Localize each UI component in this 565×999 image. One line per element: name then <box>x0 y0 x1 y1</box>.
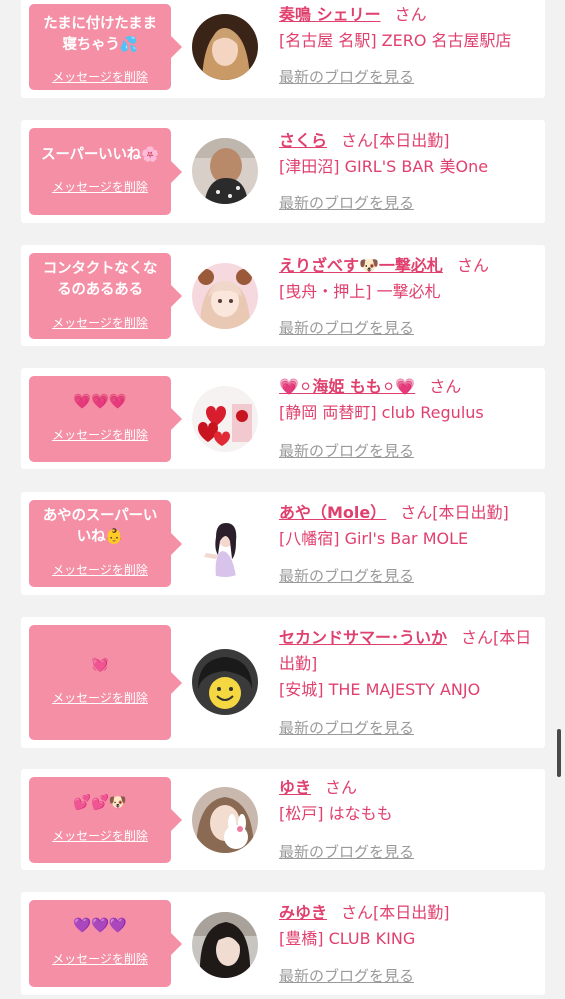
message-text: スーパーいいね🌸 <box>41 147 159 163</box>
message-card: スーパーいいね🌸 メッセージを削除 さくら さん[本日出勤] [津田沼] GIRL… <box>21 120 545 223</box>
message-bubble: 💜💜💜 メッセージを削除 <box>29 900 182 987</box>
honorific: さん <box>429 377 462 396</box>
honorific: さん <box>461 628 494 647</box>
message-card: 💓 メッセージを削除 セカンドサマー･ういか さん[本日出勤] [安城] THE … <box>21 617 545 748</box>
honorific: さん <box>456 256 489 275</box>
message-bubble: 💗💗💗 メッセージを削除 <box>29 376 182 462</box>
cast-name-link[interactable]: 💗⚪海姫 もも⚪💗 <box>279 377 415 396</box>
message-card: あやのスーパーい いね👶 メッセージを削除 あや（Mole） さん[本日出勤] [… <box>21 492 545 595</box>
shop-name: [静岡 両替町] club Regulus <box>279 403 484 422</box>
shop-name: [豊橋] CLUB KING <box>279 929 416 948</box>
delete-message-link[interactable]: メッセージを削除 <box>29 563 171 577</box>
cast-info: 奏鳴 シェリー さん [名古屋 名駅] ZERO 名古屋駅店 <box>279 2 537 54</box>
honorific: さん <box>400 503 433 522</box>
message-card: たまに付けたまま 寝ちゃう💦 メッセージを削除 奏鳴 シェリー さん [名古屋 名… <box>21 0 545 98</box>
message-card: 💕💕🐶 メッセージを削除 ゆき さん [松戸] はなもも 最新のブログを見る <box>21 769 545 870</box>
delete-message-link[interactable]: メッセージを削除 <box>29 952 171 966</box>
girl-posing-icon <box>192 511 258 577</box>
message-bubble: たまに付けたまま 寝ちゃう💦 メッセージを削除 <box>29 4 182 90</box>
cast-info: ゆき さん [松戸] はなもも <box>279 775 537 827</box>
cast-name-link[interactable]: セカンドサマー･ういか <box>279 628 447 647</box>
status-badge: [本日出勤] <box>432 503 509 522</box>
latest-blog-link[interactable]: 最新のブログを見る <box>279 315 414 341</box>
latest-blog-link[interactable]: 最新のブログを見る <box>279 963 414 989</box>
message-text: あやのスーパーい いね👶 <box>42 508 158 545</box>
message-text: 💕💕🐶 <box>73 795 127 811</box>
latest-blog-link[interactable]: 最新のブログを見る <box>279 438 414 464</box>
message-card: コンタクトなくな るのあるある メッセージを削除 えりざべす🐶一撃必札 さん [曳… <box>21 245 545 346</box>
cast-info: あや（Mole） さん[本日出勤] [八幡宿] Girl's Bar MOLE <box>279 500 537 552</box>
cast-name-link[interactable]: みゆき <box>279 903 327 922</box>
shop-name: [松戸] はなもも <box>279 804 393 823</box>
delete-message-link[interactable]: メッセージを削除 <box>29 70 171 84</box>
cast-name-link[interactable]: あや（Mole） <box>279 503 386 522</box>
shop-name: [安城] THE MAJESTY ANJO <box>279 680 481 699</box>
girl-selfie-icon <box>192 912 258 978</box>
message-card: 💗💗💗 メッセージを削除 💗⚪海姫 もも⚪💗 さん [静岡 両替町] club R… <box>21 368 545 469</box>
girl-portrait-icon <box>192 14 258 80</box>
avatar[interactable] <box>192 511 258 577</box>
message-text: 💓 <box>91 657 109 673</box>
message-text: コンタクトなくな るのあるある <box>42 261 158 298</box>
avatar[interactable] <box>192 912 258 978</box>
avatar[interactable] <box>192 263 258 329</box>
cast-info: セカンドサマー･ういか さん[本日出勤] [安城] THE MAJESTY ANJ… <box>279 625 537 703</box>
status-badge: [本日出勤] <box>373 903 450 922</box>
latest-blog-link[interactable]: 最新のブログを見る <box>279 839 414 865</box>
latest-blog-link[interactable]: 最新のブログを見る <box>279 563 414 589</box>
cast-info: みゆき さん[本日出勤] [豊橋] CLUB KING <box>279 900 537 952</box>
message-text: 💗💗💗 <box>73 394 127 410</box>
message-text: たまに付けたまま 寝ちゃう💦 <box>43 16 157 53</box>
honorific: さん <box>341 903 374 922</box>
delete-message-link[interactable]: メッセージを削除 <box>29 829 171 843</box>
avatar[interactable] <box>192 649 258 715</box>
avatar[interactable] <box>192 138 258 204</box>
smiley-face-icon <box>192 649 258 715</box>
cast-name-link[interactable]: えりざべす🐶一撃必札 <box>279 256 443 275</box>
avatar[interactable] <box>192 787 258 853</box>
status-badge: [本日出勤] <box>373 131 450 150</box>
girl-bear-ears-icon <box>192 263 258 329</box>
delete-message-link[interactable]: メッセージを削除 <box>29 316 171 330</box>
message-list: たまに付けたまま 寝ちゃう💦 メッセージを削除 奏鳴 シェリー さん [名古屋 名… <box>0 0 565 999</box>
message-card: 💜💜💜 メッセージを削除 みゆき さん[本日出勤] [豊橋] CLUB KING … <box>21 892 545 995</box>
delete-message-link[interactable]: メッセージを削除 <box>29 691 171 705</box>
latest-blog-link[interactable]: 最新のブログを見る <box>279 190 414 216</box>
delete-message-link[interactable]: メッセージを削除 <box>29 428 171 442</box>
avatar[interactable] <box>192 386 258 452</box>
latest-blog-link[interactable]: 最新のブログを見る <box>279 715 414 741</box>
shop-name: [津田沼] GIRL'S BAR 美One <box>279 157 489 176</box>
shop-name: [曳舟・押上] 一撃必札 <box>279 282 441 301</box>
message-bubble: 💓 メッセージを削除 <box>29 625 182 740</box>
avatar[interactable] <box>192 14 258 80</box>
scrollbar[interactable] <box>557 729 561 777</box>
message-text: 💜💜💜 <box>73 918 127 934</box>
shop-name: [八幡宿] Girl's Bar MOLE <box>279 529 469 548</box>
shop-name: [名古屋 名駅] ZERO 名古屋駅店 <box>279 31 512 50</box>
message-bubble: スーパーいいね🌸 メッセージを削除 <box>29 128 182 215</box>
message-bubble: コンタクトなくな るのあるある メッセージを削除 <box>29 253 182 339</box>
honorific: さん <box>341 131 374 150</box>
girl-rabbit-sticker-icon <box>192 787 258 853</box>
cast-info: さくら さん[本日出勤] [津田沼] GIRL'S BAR 美One <box>279 128 537 180</box>
girl-back-view-icon <box>192 138 258 204</box>
latest-blog-link[interactable]: 最新のブログを見る <box>279 64 414 90</box>
cast-name-link[interactable]: ゆき <box>279 778 311 797</box>
heart-balloons-icon <box>192 386 258 452</box>
message-bubble: 💕💕🐶 メッセージを削除 <box>29 777 182 863</box>
cast-info: 💗⚪海姫 もも⚪💗 さん [静岡 両替町] club Regulus <box>279 374 537 426</box>
honorific: さん <box>394 5 427 24</box>
honorific: さん <box>325 778 358 797</box>
cast-name-link[interactable]: 奏鳴 シェリー <box>279 5 381 24</box>
cast-name-link[interactable]: さくら <box>279 131 327 150</box>
cast-info: えりざべす🐶一撃必札 さん [曳舟・押上] 一撃必札 <box>279 253 537 305</box>
delete-message-link[interactable]: メッセージを削除 <box>29 180 171 194</box>
message-bubble: あやのスーパーい いね👶 メッセージを削除 <box>29 500 182 587</box>
